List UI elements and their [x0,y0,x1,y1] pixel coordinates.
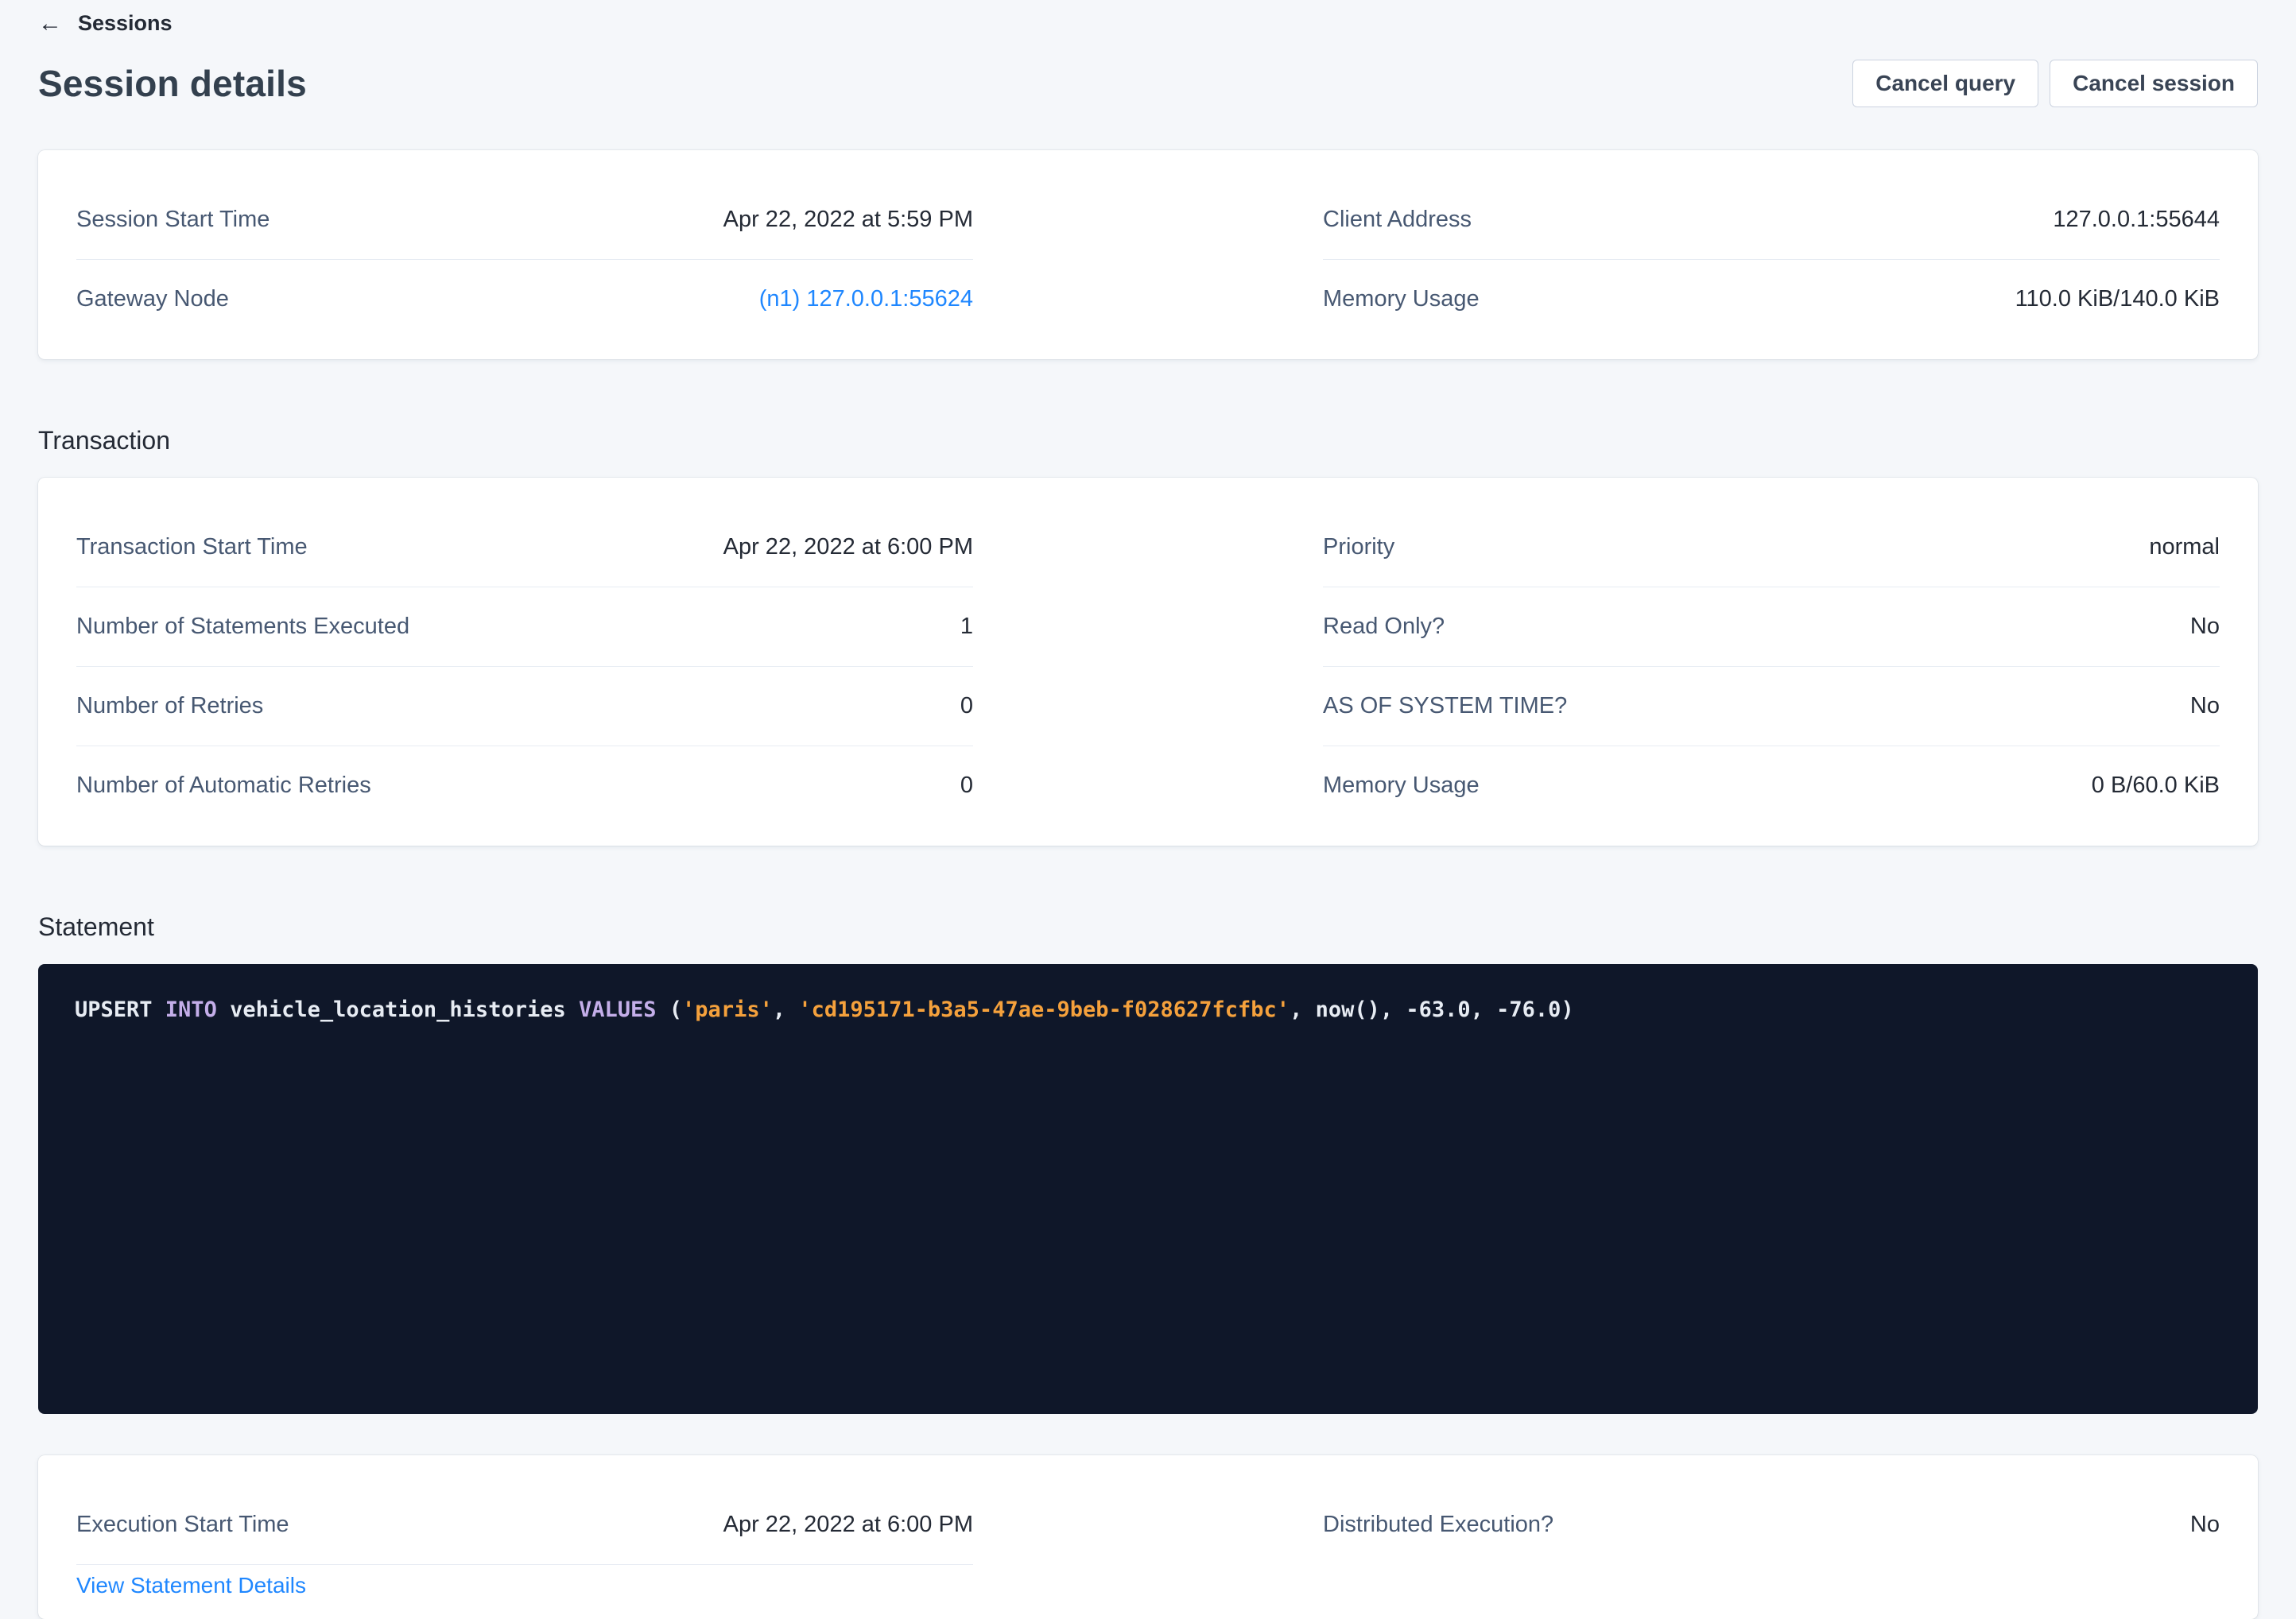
execution-start-time-value: Apr 22, 2022 at 6:00 PM [723,1512,973,1538]
session-summary-right-column: Client Address 127.0.0.1:55644 Memory Us… [1323,180,2220,339]
sql-punctuation: ( [657,997,683,1022]
transaction-card: Transaction Start Time Apr 22, 2022 at 6… [38,478,2258,846]
execution-start-time-label: Execution Start Time [76,1512,289,1538]
priority-row: Priority normal [1323,508,2220,587]
gateway-node-label: Gateway Node [76,286,229,312]
transaction-start-time-label: Transaction Start Time [76,534,308,560]
session-summary-left-column: Session Start Time Apr 22, 2022 at 5:59 … [76,180,973,339]
back-arrow-icon: ← [38,12,62,36]
sql-keyword-into: INTO [165,997,217,1022]
transaction-right-column: Priority normal Read Only? No AS OF SYST… [1323,508,2220,825]
sql-keyword-values: VALUES [579,997,657,1022]
automatic-retries-value: 0 [960,773,973,799]
transaction-memory-usage-value: 0 B/60.0 KiB [2092,773,2220,799]
session-start-time-label: Session Start Time [76,207,270,233]
transaction-memory-usage-row: Memory Usage 0 B/60.0 KiB [1323,746,2220,825]
retries-row: Number of Retries 0 [76,667,973,746]
automatic-retries-row: Number of Automatic Retries 0 [76,746,973,825]
sql-keyword-upsert: UPSERT [75,997,165,1022]
session-start-time-value: Apr 22, 2022 at 5:59 PM [723,207,973,233]
as-of-system-time-label: AS OF SYSTEM TIME? [1323,693,1567,719]
statement-sql-code: UPSERT INTO vehicle_location_histories V… [75,997,1574,1022]
transaction-memory-usage-label: Memory Usage [1323,773,1480,799]
sql-comma: , [773,997,799,1022]
cancel-query-button[interactable]: Cancel query [1852,60,2038,107]
statements-executed-row: Number of Statements Executed 1 [76,587,973,667]
execution-right-column: Distributed Execution? No [1323,1485,2220,1608]
transaction-start-time-value: Apr 22, 2022 at 6:00 PM [723,534,973,560]
client-address-value: 127.0.0.1:55644 [2053,207,2220,233]
sql-args-tail: , now(), -63.0, -76.0) [1290,997,1574,1022]
execution-start-time-row: Execution Start Time Apr 22, 2022 at 6:0… [76,1485,973,1565]
client-address-label: Client Address [1323,207,1472,233]
breadcrumb-back-sessions[interactable]: ← Sessions [38,11,173,36]
view-statement-details-link[interactable]: View Statement Details [76,1573,306,1598]
read-only-row: Read Only? No [1323,587,2220,667]
sql-string-city: 'paris' [682,997,773,1022]
page-title: Session details [38,62,307,105]
session-memory-usage-label: Memory Usage [1323,286,1480,312]
execution-left-column: Execution Start Time Apr 22, 2022 at 6:0… [76,1485,973,1608]
execution-card: Execution Start Time Apr 22, 2022 at 6:0… [38,1455,2258,1619]
statements-executed-label: Number of Statements Executed [76,614,409,640]
statement-sql-box: UPSERT INTO vehicle_location_histories V… [38,964,2258,1414]
sql-string-uuid: 'cd195171-b3a5-47ae-9beb-f028627fcfbc' [798,997,1290,1022]
gateway-node-row: Gateway Node (n1) 127.0.0.1:55624 [76,260,973,339]
statement-section-heading: Statement [38,912,2258,942]
distributed-execution-label: Distributed Execution? [1323,1512,1553,1538]
cancel-session-button[interactable]: Cancel session [2050,60,2258,107]
as-of-system-time-value: No [2190,693,2220,719]
statements-executed-value: 1 [960,614,973,640]
distributed-execution-row: Distributed Execution? No [1323,1485,2220,1564]
retries-label: Number of Retries [76,693,263,719]
breadcrumb-label: Sessions [78,11,173,36]
retries-value: 0 [960,693,973,719]
sql-table-name: vehicle_location_histories [217,997,579,1022]
session-details-page: ← Sessions Session details Cancel query … [0,0,2296,1619]
as-of-system-time-row: AS OF SYSTEM TIME? No [1323,667,2220,746]
title-row: Session details Cancel query Cancel sess… [38,60,2258,107]
read-only-value: No [2190,614,2220,640]
priority-label: Priority [1323,534,1394,560]
session-memory-usage-value: 110.0 KiB/140.0 KiB [2015,286,2220,312]
transaction-left-column: Transaction Start Time Apr 22, 2022 at 6… [76,508,973,825]
transaction-section-heading: Transaction [38,426,2258,455]
gateway-node-link[interactable]: (n1) 127.0.0.1:55624 [759,286,973,312]
session-start-time-row: Session Start Time Apr 22, 2022 at 5:59 … [76,180,973,260]
transaction-start-time-row: Transaction Start Time Apr 22, 2022 at 6… [76,508,973,587]
priority-value: normal [2149,534,2220,560]
automatic-retries-label: Number of Automatic Retries [76,773,371,799]
client-address-row: Client Address 127.0.0.1:55644 [1323,180,2220,260]
session-summary-card: Session Start Time Apr 22, 2022 at 5:59 … [38,150,2258,359]
distributed-execution-value: No [2190,1512,2220,1538]
session-memory-usage-row: Memory Usage 110.0 KiB/140.0 KiB [1323,260,2220,339]
read-only-label: Read Only? [1323,614,1445,640]
action-buttons: Cancel query Cancel session [1852,60,2258,107]
view-statement-details-row: View Statement Details [76,1565,973,1608]
